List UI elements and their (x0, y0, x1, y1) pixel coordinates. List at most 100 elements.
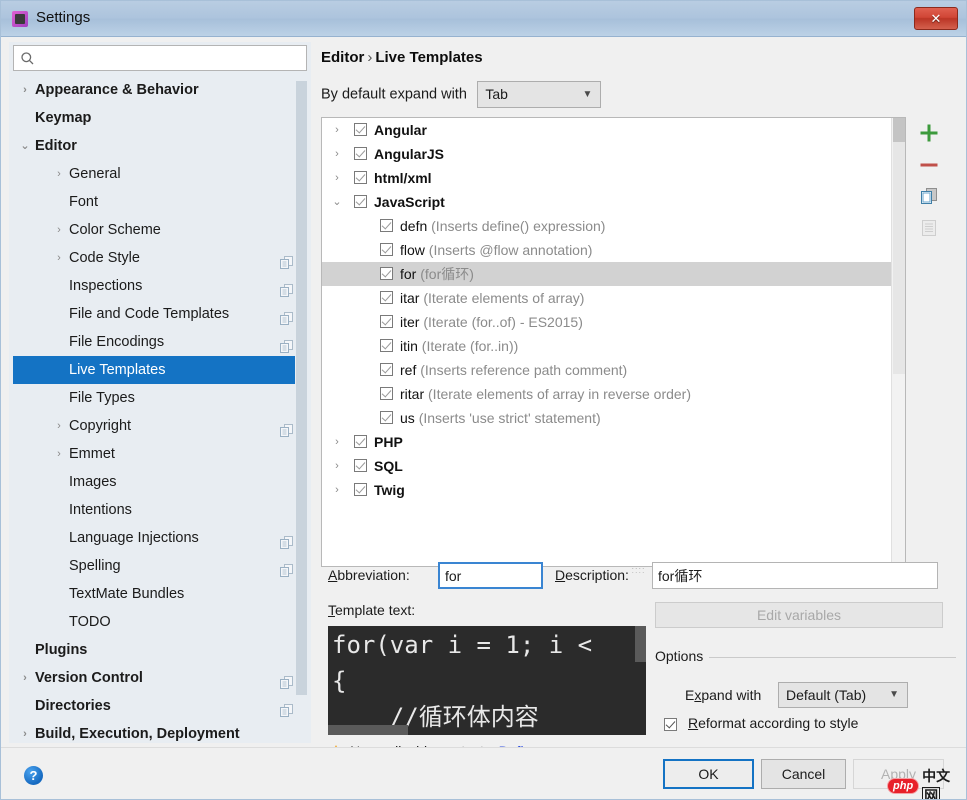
editor-vertical-scrollbar-thumb[interactable] (635, 626, 646, 662)
sidebar-item-images[interactable]: Images (13, 468, 307, 496)
sidebar-item-editor[interactable]: ⌄ Editor (13, 132, 307, 160)
template-checkbox[interactable] (380, 387, 393, 400)
template-checkbox[interactable] (354, 171, 367, 184)
template-checkbox[interactable] (380, 363, 393, 376)
template-checkbox[interactable] (380, 291, 393, 304)
sidebar-item-color-scheme[interactable]: › Color Scheme (13, 216, 307, 244)
template-name-text: flow (400, 242, 425, 258)
chevron-right-icon[interactable]: › (330, 166, 344, 190)
sidebar-item-copyright[interactable]: › Copyright (13, 412, 307, 440)
template-checkbox[interactable] (380, 339, 393, 352)
abbreviation-input[interactable] (438, 562, 543, 589)
template-checkbox[interactable] (354, 123, 367, 136)
template-row[interactable]: itin (Iterate (for..in)) (322, 334, 905, 358)
chevron-right-icon[interactable]: › (330, 430, 344, 454)
template-checkbox[interactable] (380, 411, 393, 424)
sidebar-item-label: Version Control (35, 670, 143, 686)
template-row[interactable]: defn (Inserts define() expression) (322, 214, 905, 238)
sidebar-item-version-control[interactable]: › Version Control (13, 664, 307, 692)
search-input[interactable] (40, 49, 302, 69)
chevron-right-icon[interactable]: › (330, 118, 344, 142)
description-accel: D (555, 567, 566, 583)
sidebar-item-label: General (69, 166, 121, 182)
template-row[interactable]: › PHP (322, 430, 905, 454)
template-row[interactable]: ritar (Iterate elements of array in reve… (322, 382, 905, 406)
template-checkbox[interactable] (380, 243, 393, 256)
chevron-down-icon[interactable]: ⌄ (330, 190, 344, 214)
description-input[interactable] (652, 562, 938, 589)
sidebar-item-directories[interactable]: Directories (13, 692, 307, 720)
sidebar-item-intentions[interactable]: Intentions (13, 496, 307, 524)
sidebar-item-file-and-code-templates[interactable]: File and Code Templates (13, 300, 307, 328)
template-checkbox[interactable] (380, 315, 393, 328)
chevron-right-icon: › (23, 728, 27, 740)
sidebar-item-todo[interactable]: TODO (13, 608, 307, 636)
template-row[interactable]: › AngularJS (322, 142, 905, 166)
sidebar-item-label: Images (69, 474, 117, 490)
sidebar-item-language-injections[interactable]: Language Injections (13, 524, 307, 552)
template-row[interactable]: itar (Iterate elements of array) (322, 286, 905, 310)
template-row[interactable]: › Twig (322, 478, 905, 502)
sidebar-item-spelling[interactable]: Spelling (13, 552, 307, 580)
expand-with-dropdown[interactable]: Default (Tab) ▼ (778, 682, 908, 708)
template-checkbox[interactable] (380, 267, 393, 280)
reformat-checkbox-box[interactable] (664, 718, 677, 731)
remove-template-button[interactable] (912, 149, 946, 181)
add-template-button[interactable] (912, 117, 946, 149)
sidebar-scrollbar[interactable] (295, 76, 307, 740)
close-button[interactable]: ✕ (914, 7, 958, 30)
templates-scrollbar-thumb[interactable] (893, 118, 905, 142)
template-row[interactable]: ⌄ JavaScript (322, 190, 905, 214)
template-row[interactable]: › SQL (322, 454, 905, 478)
chevron-right-icon[interactable]: › (330, 142, 344, 166)
expand-with-value: Default (Tab) (786, 687, 867, 703)
template-row[interactable]: › html/xml (322, 166, 905, 190)
template-row[interactable]: flow (Inserts @flow annotation) (322, 238, 905, 262)
template-row[interactable]: iter (Iterate (for..of) - ES2015) (322, 310, 905, 334)
panel-resize-grip[interactable]: :::: (628, 567, 650, 574)
template-name-text: for (400, 266, 417, 282)
sidebar-item-live-templates[interactable]: Live Templates (13, 356, 307, 384)
sidebar-item-inspections[interactable]: Inspections (13, 272, 307, 300)
template-row[interactable]: for (for循环) (322, 262, 905, 286)
help-button[interactable]: ? (24, 766, 43, 785)
duplicate-button[interactable] (912, 181, 946, 213)
editor-horizontal-scrollbar-thumb[interactable] (328, 725, 408, 735)
template-checkbox[interactable] (354, 147, 367, 160)
template-checkbox[interactable] (354, 435, 367, 448)
sidebar-item-keymap[interactable]: Keymap (13, 104, 307, 132)
sidebar-item-file-types[interactable]: File Types (13, 384, 307, 412)
template-row[interactable]: us (Inserts 'use strict' statement) (322, 406, 905, 430)
sidebar-item-build-execution-deployment[interactable]: › Build, Execution, Deployment (13, 720, 307, 741)
template-name-text: defn (400, 218, 428, 234)
template-row[interactable]: ref (Inserts reference path comment) (322, 358, 905, 382)
template-text-editor[interactable]: for(var i = 1; i < { //循环体内容 (328, 626, 646, 735)
template-checkbox[interactable] (354, 195, 367, 208)
reformat-accel: R (688, 715, 699, 731)
template-checkbox[interactable] (354, 483, 367, 496)
search-box[interactable] (13, 45, 307, 71)
sidebar-item-appearance-behavior[interactable]: › Appearance & Behavior (13, 76, 307, 104)
sidebar-item-file-encodings[interactable]: File Encodings (13, 328, 307, 356)
template-checkbox[interactable] (354, 459, 367, 472)
reformat-checkbox[interactable]: Reformat according to style (664, 715, 858, 731)
sidebar-item-general[interactable]: › General (13, 160, 307, 188)
sidebar-scrollbar-thumb[interactable] (296, 81, 307, 695)
sidebar-item-code-style[interactable]: › Code Style (13, 244, 307, 272)
cancel-button[interactable]: Cancel (761, 759, 846, 789)
chevron-right-icon[interactable]: › (330, 454, 344, 478)
chevron-right-icon[interactable]: › (330, 478, 344, 502)
sidebar-item-emmet[interactable]: › Emmet (13, 440, 307, 468)
document-icon (921, 220, 937, 241)
sidebar-item-plugins[interactable]: Plugins (13, 636, 307, 664)
template-row[interactable]: › Angular (322, 118, 905, 142)
template-description: (Iterate (for..of) - ES2015) (423, 314, 583, 330)
sidebar-item-font[interactable]: Font (13, 188, 307, 216)
ok-button[interactable]: OK (663, 759, 754, 789)
template-name-text: PHP (374, 434, 403, 450)
sidebar-item-textmate-bundles[interactable]: TextMate Bundles (13, 580, 307, 608)
sidebar-item-label: Plugins (35, 642, 88, 658)
default-expand-with-dropdown[interactable]: Tab ▼ (477, 81, 602, 108)
template-checkbox[interactable] (380, 219, 393, 232)
templates-scrollbar[interactable] (891, 118, 905, 566)
